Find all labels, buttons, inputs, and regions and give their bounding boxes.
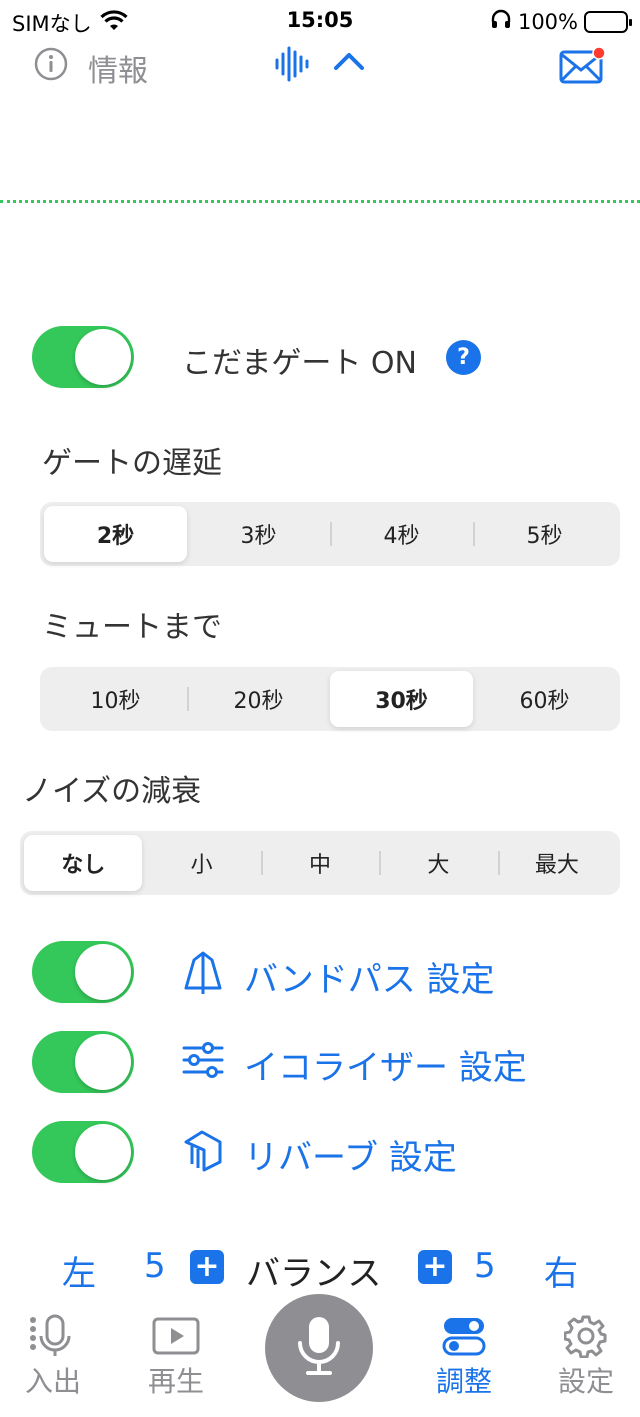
tab-adjust[interactable]: 調整 [414,1314,514,1400]
delay-segmented-control: 2秒 3秒 4秒 5秒 [40,502,620,566]
balance-right-plus-button[interactable]: + [418,1250,452,1284]
record-button[interactable] [265,1294,373,1402]
equalizer-icon [182,1040,224,1089]
tab-playback-label: 再生 [147,1365,204,1398]
battery-icon [584,10,632,33]
gate-toggle[interactable] [32,326,134,388]
balance-left-plus-button[interactable]: + [190,1250,224,1284]
reverb-toggle[interactable] [32,1121,134,1183]
noise-title: ノイズの減衰 [22,774,202,809]
mail-button[interactable] [558,44,608,90]
bandpass-icon [182,950,224,1003]
noise-option[interactable]: 大 [379,835,497,891]
top-toolbar: 情報 [0,40,640,90]
delay-option[interactable]: 4秒 [330,506,473,562]
balance-left-value: 5 [144,1246,166,1286]
microphone-icon [296,1315,342,1381]
mute-option[interactable]: 20秒 [187,671,330,727]
mute-option[interactable]: 60秒 [473,671,616,727]
balance-left-label[interactable]: 左 [62,1246,96,1295]
tab-playback[interactable]: 再生 [126,1314,226,1400]
mute-option[interactable]: 30秒 [330,671,473,727]
bandpass-toggle[interactable] [32,941,134,1003]
gear-icon [536,1314,636,1358]
delay-option[interactable]: 3秒 [187,506,330,562]
equalizer-toggle[interactable] [32,1031,134,1093]
level-threshold-line [0,200,640,203]
tab-adjust-label: 調整 [435,1365,492,1398]
delay-option[interactable]: 2秒 [44,506,187,562]
headphones-icon [490,8,512,35]
collapse-button[interactable] [332,50,366,76]
waveform-button[interactable] [274,44,310,88]
status-right: 100% [490,8,632,35]
play-icon [126,1314,226,1358]
mute-option[interactable]: 10秒 [44,671,187,727]
noise-option[interactable]: 小 [142,835,260,891]
equalizer-settings-link[interactable]: イコライザー 設定 [182,1040,527,1089]
gate-label: こだまゲート ON [182,346,417,381]
balance-title: バランス [246,1254,382,1294]
equalizer-label: イコライザー 設定 [244,1048,527,1088]
balance-control: 左 5 + バランス + 5 右 [0,1242,640,1295]
info-label: 情報 [88,54,148,89]
noise-option[interactable]: 最大 [497,835,616,891]
mic-io-icon [3,1314,103,1358]
waveform-icon [274,46,310,88]
mute-title: ミュートまで [42,610,222,645]
help-button[interactable]: ? [446,340,481,375]
delay-title: ゲートの遅延 [42,446,222,481]
toggles-icon [414,1314,514,1358]
balance-right-label[interactable]: 右 [544,1246,578,1295]
chevron-up-icon [332,53,366,76]
mute-segmented-control: 10秒 20秒 30秒 60秒 [40,667,620,731]
noise-option[interactable]: 中 [260,835,379,891]
tab-settings-label: 設定 [557,1365,614,1398]
bandpass-label: バンドパス 設定 [244,960,495,1000]
mail-icon [558,46,608,90]
tab-io[interactable]: 入出 [3,1314,103,1400]
bandpass-settings-link[interactable]: バンドパス 設定 [182,950,495,1003]
noise-option[interactable]: なし [24,835,143,891]
balance-right-value: 5 [474,1246,496,1286]
tab-bar: 入出 再生 調整 設定 [0,1294,640,1417]
tab-settings[interactable]: 設定 [536,1314,636,1400]
info-icon [34,47,68,89]
battery-percent: 100% [517,9,578,34]
info-button[interactable]: 情報 [34,46,148,90]
reverb-icon [182,1128,224,1181]
reverb-label: リバーブ 設定 [244,1138,457,1178]
noise-segmented-control: なし 小 中 大 最大 [20,831,620,895]
reverb-settings-link[interactable]: リバーブ 設定 [182,1128,457,1181]
tab-io-label: 入出 [24,1365,81,1398]
delay-option[interactable]: 5秒 [473,506,616,562]
status-bar: SIMなし 15:05 100% [0,0,640,44]
